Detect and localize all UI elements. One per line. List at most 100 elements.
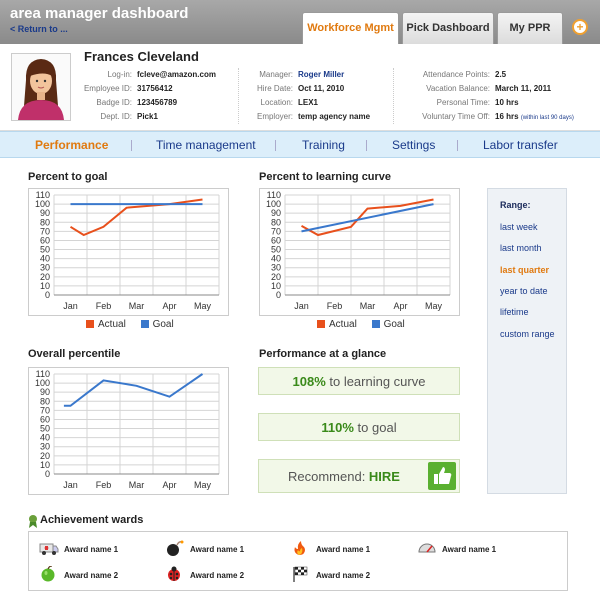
x-tick-label: Jan (294, 301, 309, 311)
manager-link[interactable]: Roger Miller (298, 70, 344, 79)
achievements-panel: Award name 1 Award name 1 Award name 1 A… (28, 531, 568, 591)
login-label: Log-in: (107, 70, 132, 79)
range-lifetime[interactable]: lifetime (500, 307, 529, 317)
nav-separator (366, 140, 367, 151)
y-tick-label: 100 (35, 378, 50, 388)
attendance-points-label: Attendance Points: (422, 70, 490, 79)
achievements-title: Achievement wards (40, 514, 144, 526)
personal-time-value: 10 hrs (495, 98, 519, 107)
range-custom-range[interactable]: custom range (500, 329, 555, 339)
nav-settings[interactable]: Settings (392, 132, 435, 159)
badge-id-label: Badge ID: (96, 98, 132, 107)
legend-swatch-goal (140, 320, 149, 328)
award-label: Award name 1 (190, 545, 245, 554)
legend-percent-to-goal: Actual Goal (86, 319, 186, 330)
badge-id-value: 123456789 (137, 98, 178, 107)
bomb-icon (167, 540, 184, 556)
nav-training[interactable]: Training (302, 132, 345, 159)
nav-labor-transfer[interactable]: Labor transfer (483, 132, 558, 159)
nav-separator (457, 140, 458, 151)
employee-name: Frances Cleveland (84, 49, 199, 64)
checkered-flag-icon (293, 566, 308, 582)
award-label: Award name 1 (64, 545, 119, 554)
return-link[interactable]: < Return to ... (10, 24, 68, 34)
y-tick-label: 70 (271, 226, 281, 236)
y-tick-label: 90 (271, 208, 281, 218)
tab-workforce-mgmt[interactable]: Workforce Mgmt (302, 12, 399, 45)
learning-curve-value: 108% (292, 374, 326, 389)
learning-curve-text: to learning curve (325, 374, 426, 389)
range-year-to-date[interactable]: year to date (500, 286, 548, 296)
y-tick-label: 50 (40, 245, 50, 255)
x-tick-label: May (425, 301, 443, 311)
y-tick-label: 10 (40, 460, 50, 470)
manager-label: Manager: (259, 70, 293, 79)
fire-icon (294, 541, 305, 555)
range-panel: Range: last week last month last quarter… (487, 188, 567, 494)
y-tick-label: 110 (36, 369, 50, 379)
x-tick-label: Feb (96, 480, 112, 490)
y-tick-label: 80 (271, 217, 281, 227)
chart-title-overall-percentile: Overall percentile (28, 348, 121, 360)
x-tick-label: Feb (96, 301, 112, 311)
divider (238, 68, 239, 124)
legend-swatch-actual (317, 320, 325, 328)
hire-date-label: Hire Date: (256, 84, 293, 93)
y-tick-label: 60 (40, 414, 50, 424)
employee-profile: Frances Cleveland Log-in: fcleve@amazon.c… (0, 44, 600, 131)
dept-id-value: Pick1 (137, 112, 158, 121)
chart-title-percent-to-learning-curve: Percent to learning curve (259, 171, 392, 183)
nav-separator (131, 140, 132, 151)
award-label: Award name 1 (316, 545, 371, 554)
chart-title-percent-to-goal: Percent to goal (28, 171, 108, 183)
chart-overall-percentile: 0 10 20 30 40 50 60 70 80 90 100 110 Jan Feb Mar Apr May (28, 367, 229, 495)
y-tick-label: 70 (40, 405, 50, 415)
y-tick-label: 40 (40, 433, 50, 443)
y-tick-label: 0 (45, 469, 50, 479)
personal-time-label: Personal Time: (436, 98, 490, 107)
y-tick-label: 10 (271, 281, 281, 291)
range-last-month[interactable]: last month (500, 243, 542, 253)
legend-label-goal: Goal (152, 319, 174, 330)
voluntary-time-note: (within last 90 days) (520, 115, 574, 121)
profile-col-time: Attendance Points: 2.5 Vacation Balance: M… (400, 68, 574, 124)
y-tick-label: 40 (40, 254, 50, 264)
legend-swatch-goal (371, 320, 380, 328)
recommend-text: Recommend: (288, 469, 369, 484)
x-tick-label: Feb (327, 301, 343, 311)
range-last-quarter[interactable]: last quarter (500, 265, 549, 275)
x-tick-label: Jan (63, 480, 78, 490)
hire-date-value: Oct 11, 2010 (298, 84, 345, 93)
tab-pick-dashboard[interactable]: Pick Dashboard (402, 12, 494, 44)
y-tick-label: 30 (40, 263, 50, 273)
tab-my-ppr[interactable]: My PPR (497, 12, 563, 44)
location-value: LEX1 (298, 98, 319, 107)
voluntary-time-off-label: Voluntary Time Off: (422, 112, 490, 121)
header-bar: area manager dashboard < Return to ... W… (0, 0, 600, 45)
award-label: Award name 1 (442, 545, 497, 554)
legend-label-goal: Goal (383, 319, 405, 330)
attendance-points-value: 2.5 (495, 70, 507, 79)
nav-performance[interactable]: Performance (35, 132, 108, 159)
employee-id-label: Employee ID: (83, 84, 132, 93)
divider (393, 68, 394, 124)
nav-time-management[interactable]: Time management (156, 132, 256, 159)
x-tick-label: Mar (360, 301, 376, 311)
legend-item-goal: Goal (371, 319, 405, 330)
y-tick-label: 0 (45, 290, 50, 300)
x-tick-label: May (194, 301, 212, 311)
vacation-balance-value: March 11, 2011 (495, 84, 552, 93)
chart-percent-to-goal-plot: 0102030405060708090100110 Jan Feb Mar Apr May (35, 190, 220, 311)
section-nav: Performance Time management Training Set… (0, 131, 600, 158)
add-tab-button[interactable]: + (572, 19, 588, 35)
profile-col-employment: Manager: Roger Miller Hire Date: Oct 11, 2… (240, 68, 370, 124)
employer-value: temp agency name (298, 112, 371, 121)
y-tick-label: 10 (40, 281, 50, 291)
y-tick-label: 110 (267, 190, 281, 200)
x-tick-label: Apr (162, 301, 176, 311)
thumbs-up-button[interactable] (428, 462, 456, 490)
legend-item-goal: Goal (140, 319, 174, 330)
range-last-week[interactable]: last week (500, 222, 538, 232)
login-value: fcleve@amazon.com (137, 70, 216, 79)
chart-overall-percentile-plot: 0102030405060708090100110 Jan Feb Mar Apr May (35, 369, 220, 490)
